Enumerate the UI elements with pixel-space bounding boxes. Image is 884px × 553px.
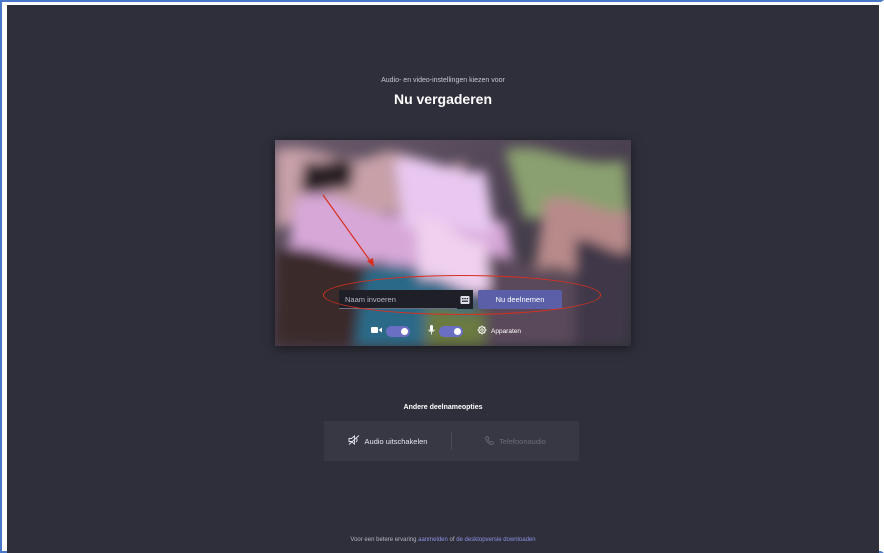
footer-prefix: Voor een betere ervaring: [350, 537, 419, 543]
video-preview-image: [275, 140, 631, 346]
keyboard-icon[interactable]: [457, 290, 473, 309]
microphone-toggle[interactable]: [439, 325, 463, 337]
video-preview: Nu deelnemen: [275, 140, 631, 346]
page-subtitle: Audio- en video-instellingen kiezen voor: [381, 77, 505, 84]
phone-icon: [485, 435, 494, 447]
other-options-panel: Audio uitschakelen Telefoonaudio: [324, 421, 579, 461]
microphone-icon: [428, 325, 435, 337]
signin-link[interactable]: aanmelden: [418, 537, 448, 543]
phone-audio-label: Telefoonaudio: [499, 436, 546, 446]
camera-icon: [371, 326, 382, 336]
audio-off-option[interactable]: Audio uitschakelen: [324, 421, 451, 461]
gear-icon[interactable]: [477, 325, 487, 337]
speaker-off-icon: [348, 435, 360, 447]
footer-text: Voor een betere ervaring aanmelden of de…: [7, 537, 879, 543]
name-input[interactable]: [339, 290, 457, 309]
camera-toggle[interactable]: [386, 325, 410, 337]
device-controls: Apparaten: [371, 324, 521, 338]
footer-middle: of: [447, 537, 457, 543]
phone-audio-option[interactable]: Telefoonaudio: [452, 421, 579, 461]
devices-button[interactable]: Apparaten: [491, 328, 521, 335]
join-now-button[interactable]: Nu deelnemen: [478, 290, 562, 309]
download-desktop-link[interactable]: de desktopversie downloaden: [456, 537, 535, 543]
page-title: Nu vergaderen: [393, 91, 493, 107]
other-options-title: Andere deelnameopties: [403, 404, 483, 411]
teams-prejoin-screen: Audio- en video-instellingen kiezen voor…: [7, 5, 879, 553]
audio-off-label: Audio uitschakelen: [364, 436, 428, 446]
join-form: Nu deelnemen: [339, 290, 562, 309]
